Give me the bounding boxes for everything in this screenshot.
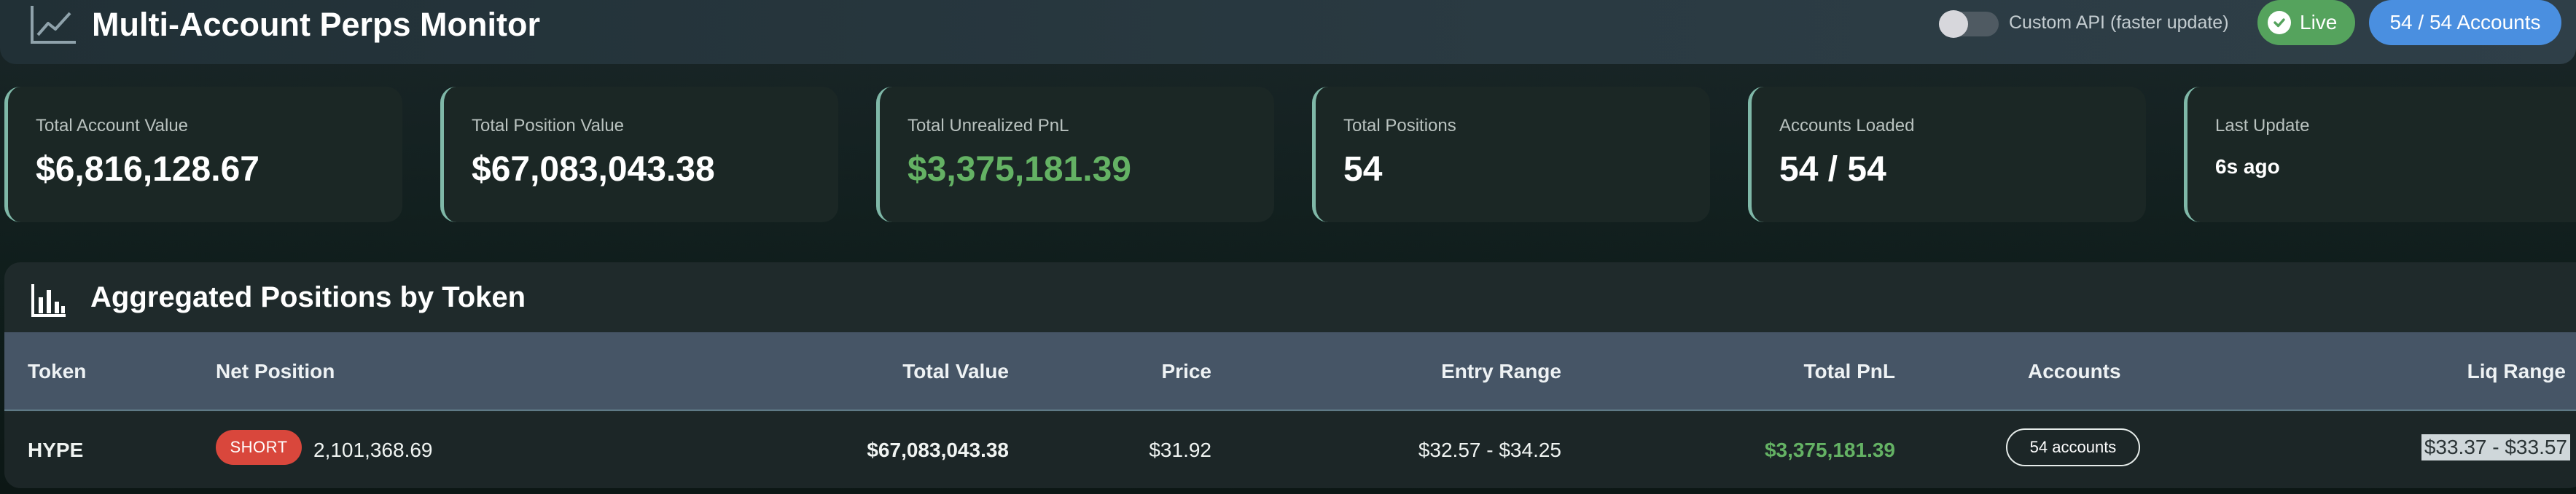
card-label: Accounts Loaded [1779,116,1915,136]
card-value: $6,816,128.67 [36,150,259,189]
card-value: $67,083,043.38 [472,150,715,189]
card-value: 54 [1343,150,1383,189]
app-header: Multi-Account Perps Monitor Custom API (… [0,0,2576,64]
column-header-entry-range[interactable]: Entry Range [1441,360,1561,383]
total-value-cell: $67,083,043.38 [867,439,1009,461]
card-value: $3,375,181.39 [908,150,1131,189]
aggregated-positions-panel: Aggregated Positions by Token Token Net … [4,262,2576,488]
entry-range-cell: $32.57 - $34.25 [1418,439,1561,461]
card-total-position-value: Total Position Value $67,083,043.38 [440,87,838,222]
accounts-count-badge: 54 / 54 Accounts [2369,0,2561,45]
card-label: Total Account Value [36,116,189,136]
net-position-cell: 2,101,368.69 [313,439,433,461]
total-pnl-cell: $3,375,181.39 [1764,439,1895,461]
price-cell: $31.92 [1149,439,1211,461]
toggle-knob [1939,10,1968,38]
card-total-unrealized-pnl: Total Unrealized PnL $3,375,181.39 [876,87,1274,222]
card-value: 6s ago [2215,155,2280,178]
token-cell: HYPE [28,439,84,461]
panel-header: Aggregated Positions by Token [4,262,2576,332]
card-label: Total Unrealized PnL [908,116,1069,136]
card-value: 54 / 54 [1779,150,1886,189]
card-total-account-value: Total Account Value $6,816,128.67 [4,87,402,222]
liq-range-cell: $33.37 - $33.57 [2421,434,2570,460]
accounts-badge[interactable]: 54 accounts [2006,428,2140,466]
column-header-total-pnl[interactable]: Total PnL [1804,360,1895,383]
column-header-liq-range[interactable]: Liq Range [2467,360,2566,383]
column-header-net-position[interactable]: Net Position [216,360,335,383]
table-header: Token Net Position Total Value Price Ent… [4,332,2576,411]
line-chart-icon [31,6,76,44]
column-header-total-value[interactable]: Total Value [902,360,1009,383]
card-label: Total Position Value [472,116,625,136]
bar-chart-icon [31,284,66,317]
panel-title: Aggregated Positions by Token [90,281,526,313]
custom-api-label: Custom API (faster update) [2009,12,2229,33]
live-status-badge: Live [2257,0,2355,45]
column-header-accounts[interactable]: Accounts [2028,360,2121,383]
app-title: Multi-Account Perps Monitor [92,6,540,43]
card-label: Last Update [2215,116,2310,136]
card-label: Total Positions [1343,116,1456,136]
column-header-token[interactable]: Token [28,360,86,383]
column-header-price[interactable]: Price [1162,360,1212,383]
live-label: Live [2300,11,2338,34]
table-row[interactable]: HYPE SHORT 2,101,368.69 $67,083,043.38 $… [4,412,2576,488]
card-last-update: Last Update 6s ago [2184,87,2576,222]
card-total-positions: Total Positions 54 [1312,87,1710,222]
side-badge: SHORT [216,430,302,465]
check-circle-icon [2268,11,2291,34]
card-accounts-loaded: Accounts Loaded 54 / 54 [1748,87,2146,222]
custom-api-toggle[interactable] [1939,10,1999,38]
